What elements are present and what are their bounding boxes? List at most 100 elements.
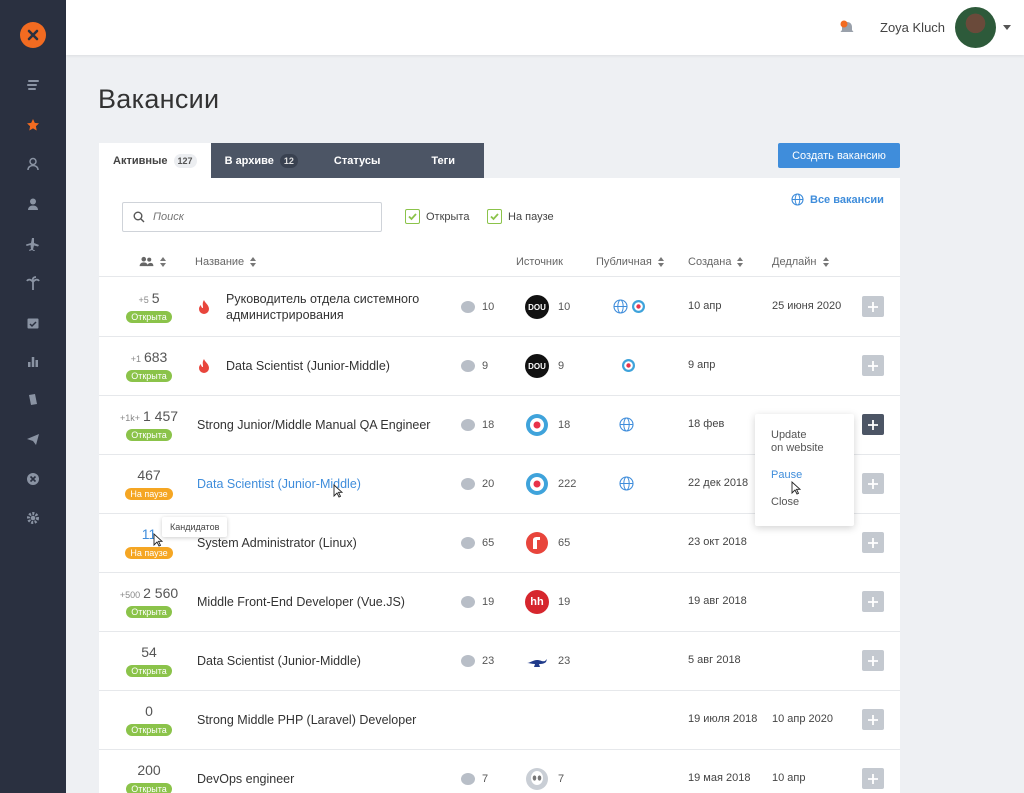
table-row[interactable]: +1 683 Открыта Data Scientist (Junior-Mid… (99, 337, 900, 396)
actions-button[interactable] (862, 591, 884, 612)
app-logo[interactable] (20, 22, 46, 48)
user-name[interactable]: Zoya Kluch (880, 20, 945, 35)
checkbox[interactable] (487, 209, 502, 224)
create-vacancy-button[interactable]: Создать вакансию (778, 143, 900, 168)
all-vacancies-link[interactable]: Все вакансии (791, 193, 884, 206)
menu-item-update-website[interactable]: Update on website (771, 429, 838, 455)
vacancy-title[interactable]: Middle Front-End Developer (Vue.JS) (197, 594, 457, 610)
actions-button[interactable] (862, 414, 884, 435)
vacancy-title[interactable]: Data Scientist (Junior-Middle) (197, 653, 457, 669)
vacancy-title[interactable]: DevOps engineer (197, 771, 457, 787)
nav-settings-icon[interactable] (24, 509, 42, 527)
vacancy-title[interactable]: Strong Junior/Middle Manual QA Engineer (197, 417, 457, 433)
row-actions-menu: Update on website Pause Close (755, 414, 854, 526)
comments[interactable]: 20 (461, 478, 494, 490)
nav-candidates-icon[interactable] (24, 155, 42, 173)
vacancy-title[interactable]: Руководитель отдела системного администр… (226, 291, 486, 323)
source[interactable]: 23 (525, 649, 570, 673)
target-icon[interactable] (621, 358, 636, 373)
sort-icon[interactable] (822, 257, 830, 267)
column-public[interactable]: Публичная (596, 256, 665, 268)
menu-item-pause[interactable]: Pause (771, 469, 838, 482)
sort-icon[interactable] (250, 257, 257, 267)
table-row[interactable]: 0 Открыта Strong Middle PHP (Laravel) De… (99, 691, 900, 750)
actions-button[interactable] (862, 296, 884, 317)
actions-button[interactable] (862, 709, 884, 730)
candidates-count[interactable]: +500 2 560 (99, 585, 199, 602)
candidates-count[interactable]: 54 (99, 644, 199, 661)
column-name[interactable]: Название (195, 256, 257, 268)
created-date: 10 апр (688, 300, 722, 312)
globe-icon[interactable] (619, 476, 634, 491)
actions-button[interactable] (862, 355, 884, 376)
user-menu-caret-icon[interactable] (1003, 25, 1011, 30)
source[interactable]: 18 (525, 413, 570, 437)
table-row[interactable]: 54 Открыта Data Scientist (Junior-Middle… (99, 632, 900, 691)
actions-button[interactable] (862, 532, 884, 553)
candidates-count[interactable]: 0 (99, 703, 199, 720)
table-row[interactable]: +500 2 560 Открыта Middle Front-End Devel… (99, 573, 900, 632)
tab-active[interactable]: Активные 127 (99, 143, 211, 178)
created-date: 5 авг 2018 (688, 654, 741, 666)
source[interactable]: DOU 9 (525, 354, 564, 378)
comments[interactable]: 9 (461, 360, 488, 372)
candidates-count[interactable]: +1 683 (99, 349, 199, 366)
nav-stats-icon[interactable] (24, 352, 42, 370)
actions-button[interactable] (862, 768, 884, 789)
checkbox[interactable] (405, 209, 420, 224)
search-input[interactable] (153, 211, 373, 223)
comments[interactable]: 18 (461, 419, 494, 431)
globe-icon[interactable] (619, 417, 634, 432)
nav-star-icon[interactable] (24, 116, 42, 134)
target-icon[interactable] (631, 299, 646, 314)
source[interactable]: 65 (525, 531, 570, 555)
filter-open-checkbox[interactable]: Открыта (405, 209, 469, 224)
actions-button[interactable] (862, 473, 884, 494)
nav-documents-icon[interactable] (24, 391, 42, 409)
actions-button[interactable] (862, 650, 884, 671)
vacancy-title[interactable]: Data Scientist (Junior-Middle) (226, 358, 486, 374)
target-source-icon (526, 414, 548, 436)
notifications-icon[interactable] (838, 18, 856, 36)
sort-icon[interactable] (657, 257, 665, 267)
source-count: 18 (558, 419, 571, 431)
source[interactable]: hh 19 (525, 590, 570, 614)
menu-item-close[interactable]: Close (771, 496, 838, 509)
comments[interactable]: 7 (461, 773, 488, 785)
table-row[interactable]: 200 Открыта DevOps engineer 7 7 19 мая 2… (99, 750, 900, 793)
column-deadline[interactable]: Дедлайн (772, 256, 830, 268)
tab-statuses[interactable]: Статусы (311, 143, 403, 178)
comments[interactable]: 23 (461, 655, 494, 667)
nav-feed-icon[interactable] (24, 76, 42, 94)
vacancy-title[interactable]: Strong Middle PHP (Laravel) Developer (197, 712, 457, 728)
avatar[interactable] (955, 7, 996, 48)
tab-tags[interactable]: Теги (402, 143, 484, 178)
tab-archive[interactable]: В архиве 12 (210, 143, 312, 178)
table-row[interactable]: +5 5 Открыта Руководитель отдела системно… (99, 278, 900, 337)
source[interactable]: 7 (525, 767, 564, 791)
vacancy-title[interactable]: System Administrator (Linux) (197, 535, 457, 551)
comments[interactable]: 65 (461, 537, 494, 549)
globe-icon[interactable] (613, 299, 628, 314)
nav-send-icon[interactable] (24, 430, 42, 448)
candidates-count[interactable]: 467 (99, 467, 199, 484)
nav-calendar-icon[interactable] (24, 314, 42, 332)
nav-user-icon[interactable] (24, 195, 42, 213)
column-created[interactable]: Создана (688, 256, 744, 268)
vacancy-title[interactable]: Data Scientist (Junior-Middle) (197, 476, 457, 492)
sort-icon[interactable] (737, 257, 744, 267)
candidates-count[interactable]: +1k+ 1 457 (99, 408, 199, 425)
comments[interactable]: 19 (461, 596, 494, 608)
candidates-count[interactable]: 200 (99, 762, 199, 779)
source[interactable]: 222 (525, 472, 576, 496)
candidates-count[interactable]: +5 5 (99, 290, 199, 307)
source[interactable]: DOU 10 (525, 295, 570, 319)
nav-palm-icon[interactable] (24, 274, 42, 292)
sort-icon[interactable] (160, 256, 167, 267)
nav-close-circle-icon[interactable] (24, 470, 42, 488)
page-title: Вакансии (98, 84, 220, 114)
nav-plane-icon[interactable] (24, 235, 42, 253)
comments[interactable]: 10 (461, 301, 494, 313)
column-candidates[interactable] (139, 256, 167, 267)
filter-paused-checkbox[interactable]: На паузе (487, 209, 554, 224)
